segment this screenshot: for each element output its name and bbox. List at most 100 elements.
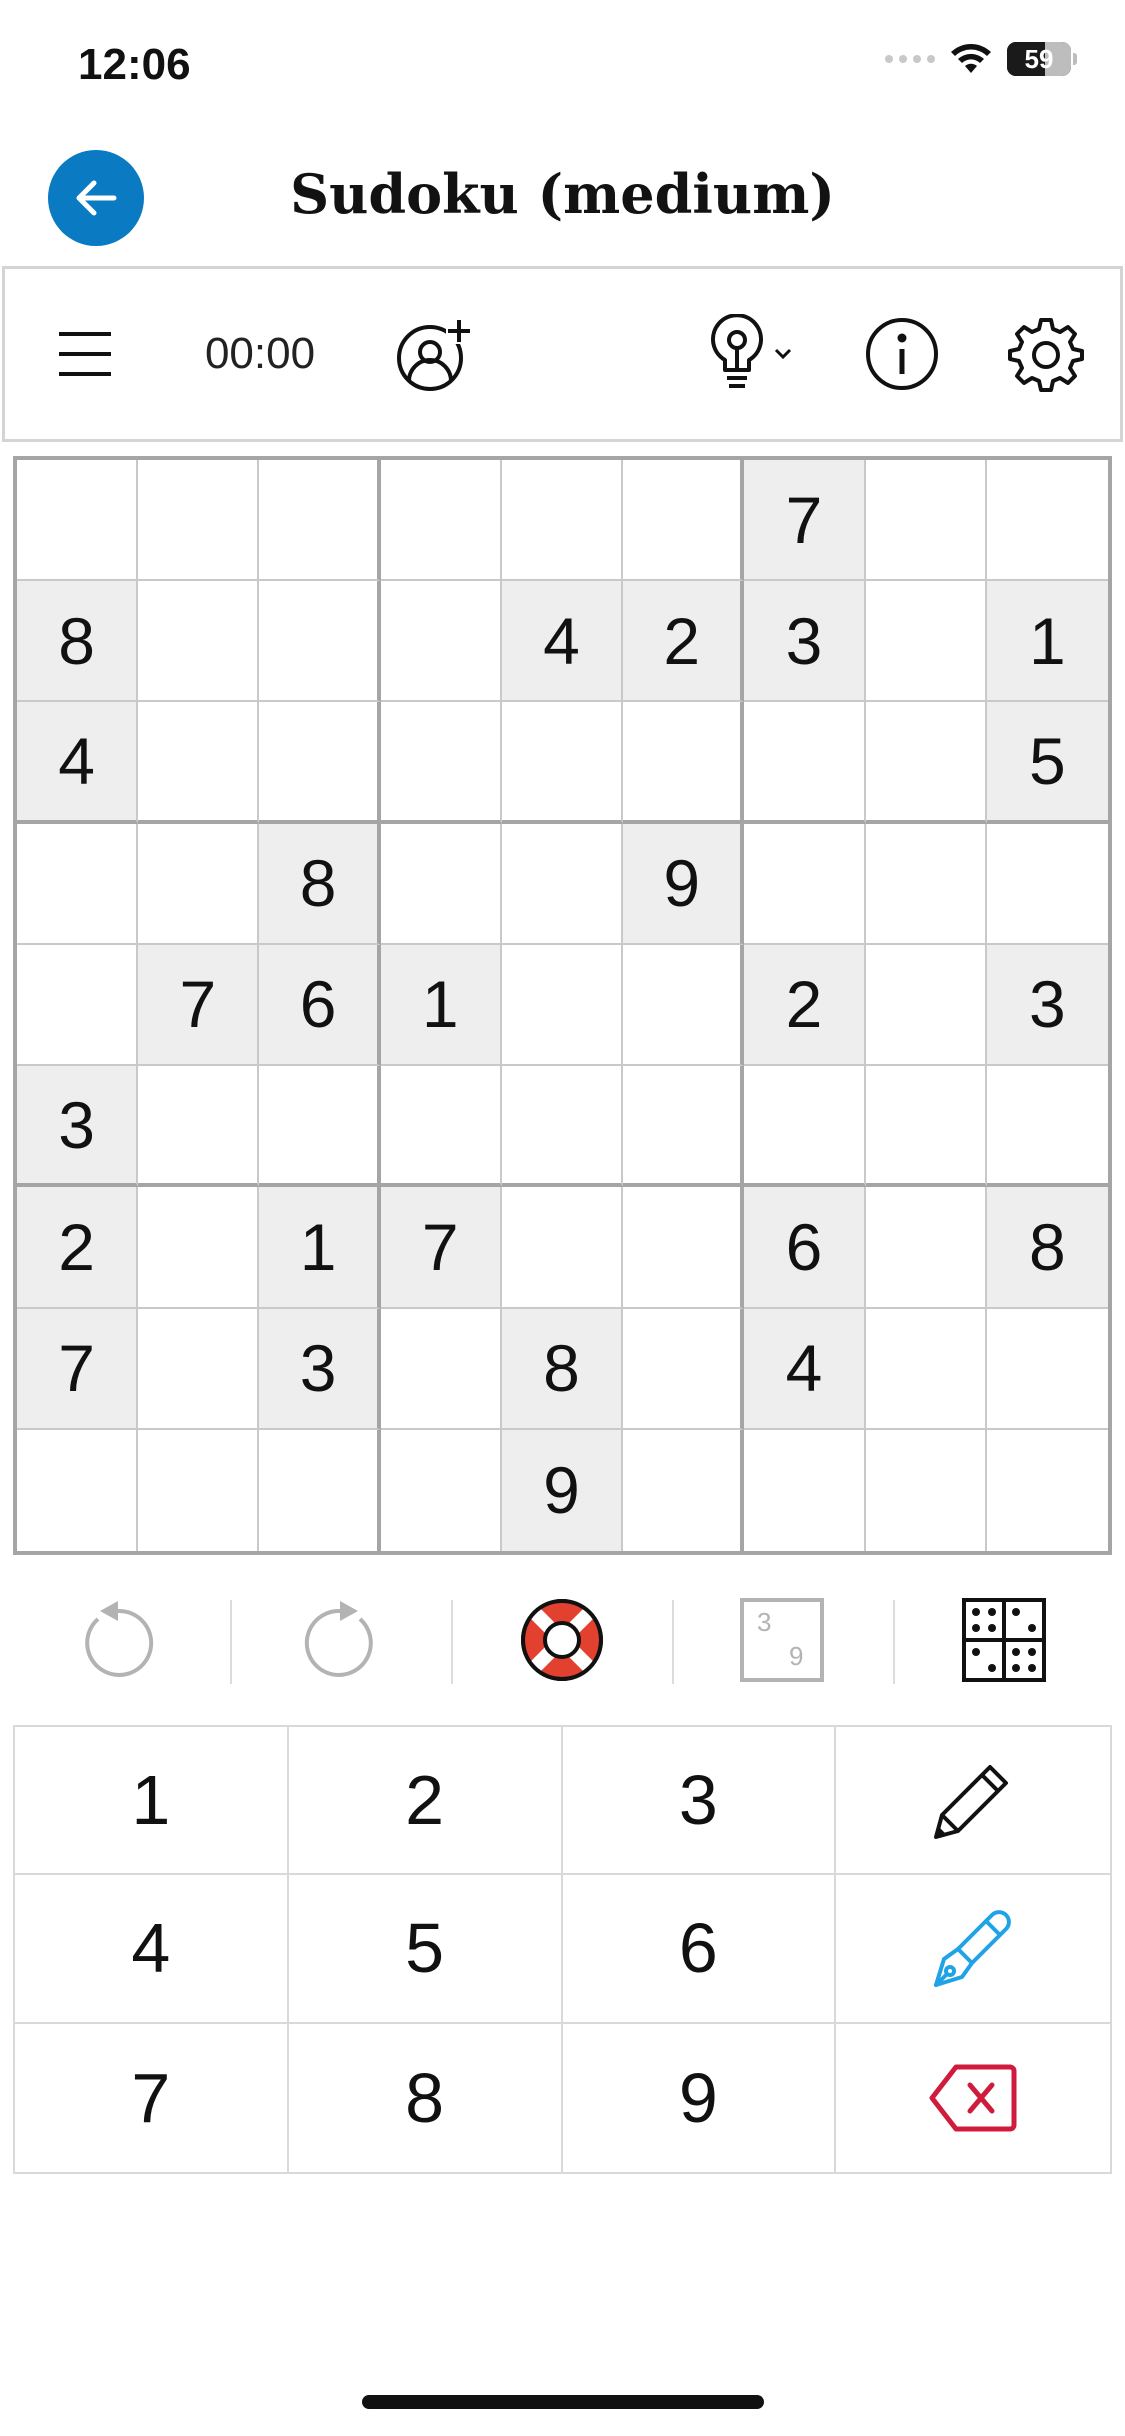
grid-cell[interactable]: 1 xyxy=(259,1187,381,1309)
grid-cell[interactable] xyxy=(865,581,987,703)
grid-cell[interactable] xyxy=(380,581,502,703)
grid-cell[interactable] xyxy=(623,944,745,1067)
delete-button[interactable] xyxy=(836,2023,1110,2172)
grid-cell[interactable] xyxy=(138,1308,260,1430)
grid-cell[interactable] xyxy=(986,460,1108,582)
grid-cell[interactable] xyxy=(381,1429,502,1551)
grid-cell[interactable] xyxy=(623,702,745,824)
key-7[interactable]: 7 xyxy=(15,2023,289,2172)
grid-cell[interactable]: 2 xyxy=(17,1187,139,1309)
undo-button[interactable] xyxy=(68,1590,168,1690)
grid-cell[interactable]: 4 xyxy=(744,1308,866,1430)
info-button[interactable] xyxy=(857,269,947,439)
grid-cell[interactable] xyxy=(865,1066,987,1188)
grid-cell[interactable] xyxy=(380,823,502,945)
grid-cell[interactable] xyxy=(501,702,624,824)
key-9[interactable]: 9 xyxy=(562,2023,837,2172)
grid-cell[interactable] xyxy=(380,1308,502,1430)
grid-cell[interactable] xyxy=(138,1429,260,1551)
help-button[interactable] xyxy=(512,1590,612,1690)
grid-cell[interactable] xyxy=(501,1187,624,1309)
grid-cell[interactable]: 8 xyxy=(259,823,381,945)
grid-cell[interactable] xyxy=(138,702,260,824)
grid-cell[interactable]: 8 xyxy=(501,1308,624,1430)
grid-cell[interactable]: 7 xyxy=(380,1187,502,1309)
grid-cell[interactable] xyxy=(380,460,502,582)
grid-cell[interactable] xyxy=(138,460,260,582)
grid-cell[interactable] xyxy=(501,823,624,945)
grid-cell[interactable] xyxy=(501,1066,624,1188)
candidates-button[interactable]: 3 9 xyxy=(732,1590,832,1690)
grid-cell[interactable] xyxy=(17,1429,139,1551)
key-8[interactable]: 8 xyxy=(288,2023,563,2172)
settings-button[interactable] xyxy=(1001,269,1091,439)
grid-cell[interactable]: 2 xyxy=(744,944,866,1067)
grid-cell[interactable] xyxy=(865,823,987,945)
key-4[interactable]: 4 xyxy=(15,1875,289,2024)
grid-cell[interactable]: 6 xyxy=(259,944,381,1067)
grid-cell[interactable] xyxy=(17,460,139,582)
key-1[interactable]: 1 xyxy=(15,1727,289,1876)
grid-cell[interactable] xyxy=(259,581,381,703)
grid-cell[interactable]: 3 xyxy=(744,581,866,703)
grid-cell[interactable] xyxy=(623,1429,745,1551)
grid-cell[interactable] xyxy=(138,1187,260,1309)
pen-mode-button[interactable] xyxy=(836,1875,1110,2024)
grid-cell[interactable] xyxy=(744,1066,866,1188)
grid-cell[interactable]: 8 xyxy=(17,581,139,703)
grid-cell[interactable] xyxy=(380,1066,502,1188)
grid-cell[interactable] xyxy=(865,702,987,824)
grid-cell[interactable] xyxy=(259,460,381,582)
grid-cell[interactable] xyxy=(17,823,139,945)
grid-cell[interactable] xyxy=(987,1430,1108,1551)
grid-cell[interactable]: 3 xyxy=(259,1308,381,1430)
grid-cell[interactable] xyxy=(380,702,502,824)
grid-cell[interactable] xyxy=(986,824,1108,945)
grid-cell[interactable] xyxy=(744,1429,866,1551)
grid-cell[interactable]: 3 xyxy=(986,944,1108,1067)
grid-cell[interactable]: 8 xyxy=(986,1187,1108,1309)
grid-cell[interactable] xyxy=(744,823,866,945)
grid-cell[interactable]: 5 xyxy=(986,702,1108,824)
grid-cell[interactable] xyxy=(744,702,866,824)
grid-cell[interactable] xyxy=(623,1066,745,1188)
grid-cell[interactable] xyxy=(138,581,260,703)
grid-cell[interactable]: 7 xyxy=(744,460,866,582)
grid-cell[interactable] xyxy=(865,1187,987,1309)
pencil-mode-button[interactable] xyxy=(836,1727,1110,1876)
grid-cell[interactable] xyxy=(623,1187,745,1309)
key-3[interactable]: 3 xyxy=(562,1727,837,1876)
grid-cell[interactable] xyxy=(986,1309,1108,1430)
grid-view-button[interactable] xyxy=(954,1590,1054,1690)
grid-cell[interactable]: 1 xyxy=(380,944,502,1067)
grid-cell[interactable]: 9 xyxy=(623,823,745,945)
home-indicator[interactable] xyxy=(362,2395,764,2409)
grid-cell[interactable] xyxy=(866,1429,987,1551)
key-5[interactable]: 5 xyxy=(288,1875,563,2024)
grid-cell[interactable]: 6 xyxy=(744,1187,866,1309)
redo-button[interactable] xyxy=(290,1590,390,1690)
grid-cell[interactable] xyxy=(138,823,260,945)
grid-cell[interactable] xyxy=(138,1066,260,1188)
grid-cell[interactable]: 4 xyxy=(17,702,139,824)
key-2[interactable]: 2 xyxy=(288,1727,563,1876)
menu-button[interactable] xyxy=(45,269,125,439)
grid-cell[interactable]: 7 xyxy=(17,1308,139,1430)
add-user-button[interactable] xyxy=(389,269,479,439)
grid-cell[interactable] xyxy=(259,702,381,824)
grid-cell[interactable] xyxy=(865,460,987,582)
grid-cell[interactable] xyxy=(259,1429,381,1551)
hint-button[interactable] xyxy=(695,269,805,439)
grid-cell[interactable] xyxy=(865,944,987,1067)
grid-cell[interactable] xyxy=(623,1308,745,1430)
grid-cell[interactable]: 1 xyxy=(986,581,1108,703)
grid-cell[interactable] xyxy=(501,460,624,582)
grid-cell[interactable]: 2 xyxy=(623,581,745,703)
grid-cell[interactable] xyxy=(501,944,624,1067)
grid-cell[interactable] xyxy=(17,944,139,1067)
grid-cell[interactable] xyxy=(259,1066,381,1188)
key-6[interactable]: 6 xyxy=(562,1875,837,2024)
grid-cell[interactable] xyxy=(865,1308,987,1430)
grid-cell[interactable]: 9 xyxy=(501,1429,624,1551)
grid-cell[interactable]: 3 xyxy=(17,1066,139,1188)
